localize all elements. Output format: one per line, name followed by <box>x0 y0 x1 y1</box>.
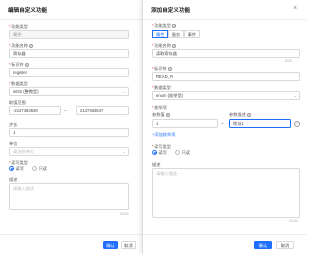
help-icon: ? <box>165 112 170 117</box>
chevron-down-icon: ⌄ <box>122 89 126 94</box>
radio-read-write[interactable]: 读写 <box>152 150 167 156</box>
panel-header: 编辑自定义功能 <box>0 0 148 20</box>
chevron-down-icon: ⌄ <box>122 149 126 154</box>
help-icon: ? <box>246 112 251 117</box>
cancel-button[interactable]: 取消 <box>121 241 136 249</box>
radio-read-write[interactable]: 读写 <box>9 166 24 172</box>
description-textarea[interactable]: 请输入描述 <box>9 183 129 210</box>
tab-service[interactable]: 服务 <box>167 30 185 38</box>
panel-footer: 确认 取消 <box>143 234 307 254</box>
description-counter: 0/100 <box>120 212 129 216</box>
rw-type-radio-group: 读写 只读 <box>9 166 54 172</box>
rw-type-label: *读写类型 <box>9 160 28 165</box>
chevron-down-icon: ⌄ <box>293 93 297 98</box>
panel-title: 编辑自定义功能 <box>8 8 48 14</box>
description-counter: 0/100 <box>289 219 298 223</box>
data-type-label: *数据类型 <box>152 85 171 90</box>
add-custom-function-panel: 添加自定义功能 × *功能类型? 属性 服务 事件 *功能名称? 读取寄存器 5… <box>142 0 307 254</box>
cancel-button[interactable]: 取消 <box>276 241 294 249</box>
help-icon: ? <box>167 66 172 71</box>
panel-footer: 确认 取消 <box>0 234 148 254</box>
func-name-input[interactable]: 寄存器 <box>9 49 129 58</box>
edit-custom-function-panel: 编辑自定义功能 *功能类型 属性 *功能名称? 寄存器 *标识符? regist… <box>0 0 149 254</box>
range-label: 取值范围 <box>9 100 26 105</box>
help-icon: ? <box>171 43 176 48</box>
identifier-label: *标识符? <box>9 62 29 67</box>
enum-items-label: *枚举项 <box>152 105 167 110</box>
rw-type-label: *读写类型 <box>152 144 171 149</box>
data-type-label: *数据类型 <box>9 81 28 86</box>
tab-event[interactable]: 事件 <box>183 30 200 38</box>
step-input[interactable]: 1 <box>9 128 129 137</box>
data-type-select[interactable]: int32 (整数型) ⌄ <box>9 87 129 96</box>
func-type-tabs: 属性 服务 事件 <box>152 30 200 38</box>
func-name-input[interactable]: 读取寄存器 <box>152 49 300 58</box>
radio-read-only[interactable]: 只读 <box>175 150 190 156</box>
remove-enum-item-icon[interactable]: − <box>294 120 300 127</box>
help-icon: ? <box>28 43 33 48</box>
range-min-input[interactable]: -2147483648 <box>9 106 61 115</box>
func-type-field: 属性 <box>9 30 129 39</box>
func-name-label: *功能名称? <box>152 43 176 48</box>
identifier-input[interactable]: READ_R <box>152 72 300 81</box>
radio-read-only[interactable]: 只读 <box>32 166 47 172</box>
identifier-input[interactable]: register <box>9 68 129 77</box>
description-textarea[interactable]: 请输入描述 <box>152 168 300 218</box>
panel-title: 添加自定义功能 <box>151 8 191 14</box>
rw-type-radio-group: 读写 只读 <box>152 150 197 156</box>
confirm-button[interactable]: 确认 <box>254 241 272 249</box>
add-enum-item-link[interactable]: +添加枚举项 <box>152 132 175 138</box>
param-value-label: 参数值? <box>152 112 170 117</box>
panel-header: 添加自定义功能 × <box>143 0 307 20</box>
description-label: 描述 <box>152 162 161 167</box>
step-label: 步长 <box>9 122 18 127</box>
func-type-label: *功能类型 <box>9 24 28 29</box>
close-icon[interactable]: × <box>291 5 299 13</box>
func-type-label: *功能类型? <box>152 23 176 28</box>
range-separator: ~ <box>64 108 67 113</box>
enum-separator: ~ <box>221 121 224 126</box>
data-type-select[interactable]: enum (枚举型) ⌄ <box>152 91 300 100</box>
func-name-counter: 5/30 <box>285 59 292 63</box>
help-icon: ? <box>24 62 29 67</box>
identifier-label: *标识符? <box>152 66 172 71</box>
range-max-input[interactable]: 2147483647 <box>76 106 129 115</box>
unit-select[interactable]: 请选择单位 ⌄ <box>9 147 129 156</box>
param-desc-label: 参数描述? <box>229 112 251 117</box>
unit-label: 单位 <box>9 141 18 146</box>
help-icon: ? <box>171 23 176 28</box>
tab-property[interactable]: 属性 <box>152 30 169 38</box>
enum-value-input[interactable]: 1 <box>152 119 218 128</box>
description-label: 描述 <box>9 177 18 182</box>
func-name-label: *功能名称? <box>9 43 33 48</box>
enum-desc-input[interactable]: 地址1 <box>229 119 291 128</box>
confirm-button[interactable]: 确认 <box>103 241 118 249</box>
